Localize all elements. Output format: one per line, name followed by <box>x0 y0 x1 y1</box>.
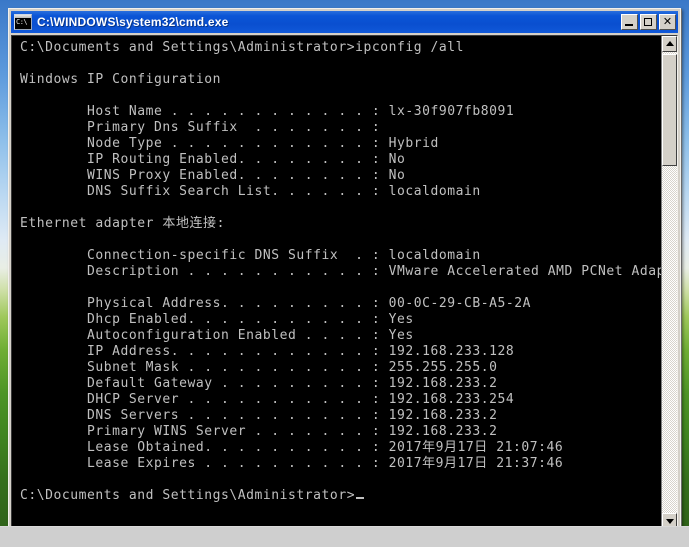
console-line <box>20 200 661 216</box>
console-line: Physical Address. . . . . . . . . : 00-0… <box>20 296 661 312</box>
window-title-bar[interactable]: C:\ C:\WINDOWS\system32\cmd.exe ✕ <box>11 11 678 33</box>
window-title: C:\WINDOWS\system32\cmd.exe <box>37 15 621 29</box>
console-line: Host Name . . . . . . . . . . . . : lx-3… <box>20 104 661 120</box>
scroll-up-arrow-icon <box>666 41 674 46</box>
scroll-up-button[interactable] <box>662 36 677 52</box>
console-line: DHCP Server . . . . . . . . . . . : 192.… <box>20 392 661 408</box>
console-line: C:\Documents and Settings\Administrator>… <box>20 40 661 56</box>
console-line: Autoconfiguration Enabled . . . . : Yes <box>20 328 661 344</box>
console-line: Node Type . . . . . . . . . . . . : Hybr… <box>20 136 661 152</box>
console-line: Primary WINS Server . . . . . . . : 192.… <box>20 424 661 440</box>
console-line: Description . . . . . . . . . . . : VMwa… <box>20 264 661 280</box>
scrollbar-thumb[interactable] <box>662 54 677 166</box>
maximize-icon <box>644 18 652 26</box>
close-icon: ✕ <box>660 15 675 29</box>
console-line: Primary Dns Suffix . . . . . . . : <box>20 120 661 136</box>
close-button[interactable]: ✕ <box>659 14 676 30</box>
console-line: Lease Expires . . . . . . . . . . : 2017… <box>20 456 661 472</box>
minimize-icon <box>625 24 633 26</box>
text-cursor <box>356 497 364 499</box>
console-line <box>20 88 661 104</box>
console-line: DNS Suffix Search List. . . . . . : loca… <box>20 184 661 200</box>
vertical-scrollbar[interactable] <box>661 36 677 529</box>
console-area: C:\Documents and Settings\Administrator>… <box>11 35 678 530</box>
console-line <box>20 232 661 248</box>
console-line: IP Address. . . . . . . . . . . . : 192.… <box>20 344 661 360</box>
console-line <box>20 56 661 72</box>
console-line: Subnet Mask . . . . . . . . . . . : 255.… <box>20 360 661 376</box>
console-output[interactable]: C:\Documents and Settings\Administrator>… <box>12 36 661 529</box>
console-line <box>20 280 661 296</box>
scrollbar-track[interactable] <box>662 52 677 513</box>
console-line: Dhcp Enabled. . . . . . . . . . . : Yes <box>20 312 661 328</box>
console-line: Ethernet adapter 本地连接: <box>20 216 661 232</box>
command-prompt-window[interactable]: C:\ C:\WINDOWS\system32\cmd.exe ✕ C:\Doc… <box>8 8 681 533</box>
cmd-icon-glyph: C:\ <box>16 18 27 26</box>
desktop: C:\ C:\WINDOWS\system32\cmd.exe ✕ C:\Doc… <box>0 0 689 547</box>
maximize-button[interactable] <box>640 14 657 30</box>
cmd-console-icon: C:\ <box>14 14 32 30</box>
window-controls: ✕ <box>621 14 676 30</box>
console-line: IP Routing Enabled. . . . . . . . : No <box>20 152 661 168</box>
minimize-button[interactable] <box>621 14 638 30</box>
console-line: C:\Documents and Settings\Administrator> <box>20 488 661 504</box>
scroll-down-arrow-icon <box>666 519 674 524</box>
console-line: DNS Servers . . . . . . . . . . . : 192.… <box>20 408 661 424</box>
console-line: Default Gateway . . . . . . . . . : 192.… <box>20 376 661 392</box>
console-line: Connection-specific DNS Suffix . : local… <box>20 248 661 264</box>
taskbar[interactable] <box>0 526 689 547</box>
console-line: Windows IP Configuration <box>20 72 661 88</box>
console-line: Lease Obtained. . . . . . . . . . : 2017… <box>20 440 661 456</box>
console-line: WINS Proxy Enabled. . . . . . . . : No <box>20 168 661 184</box>
console-line <box>20 472 661 488</box>
